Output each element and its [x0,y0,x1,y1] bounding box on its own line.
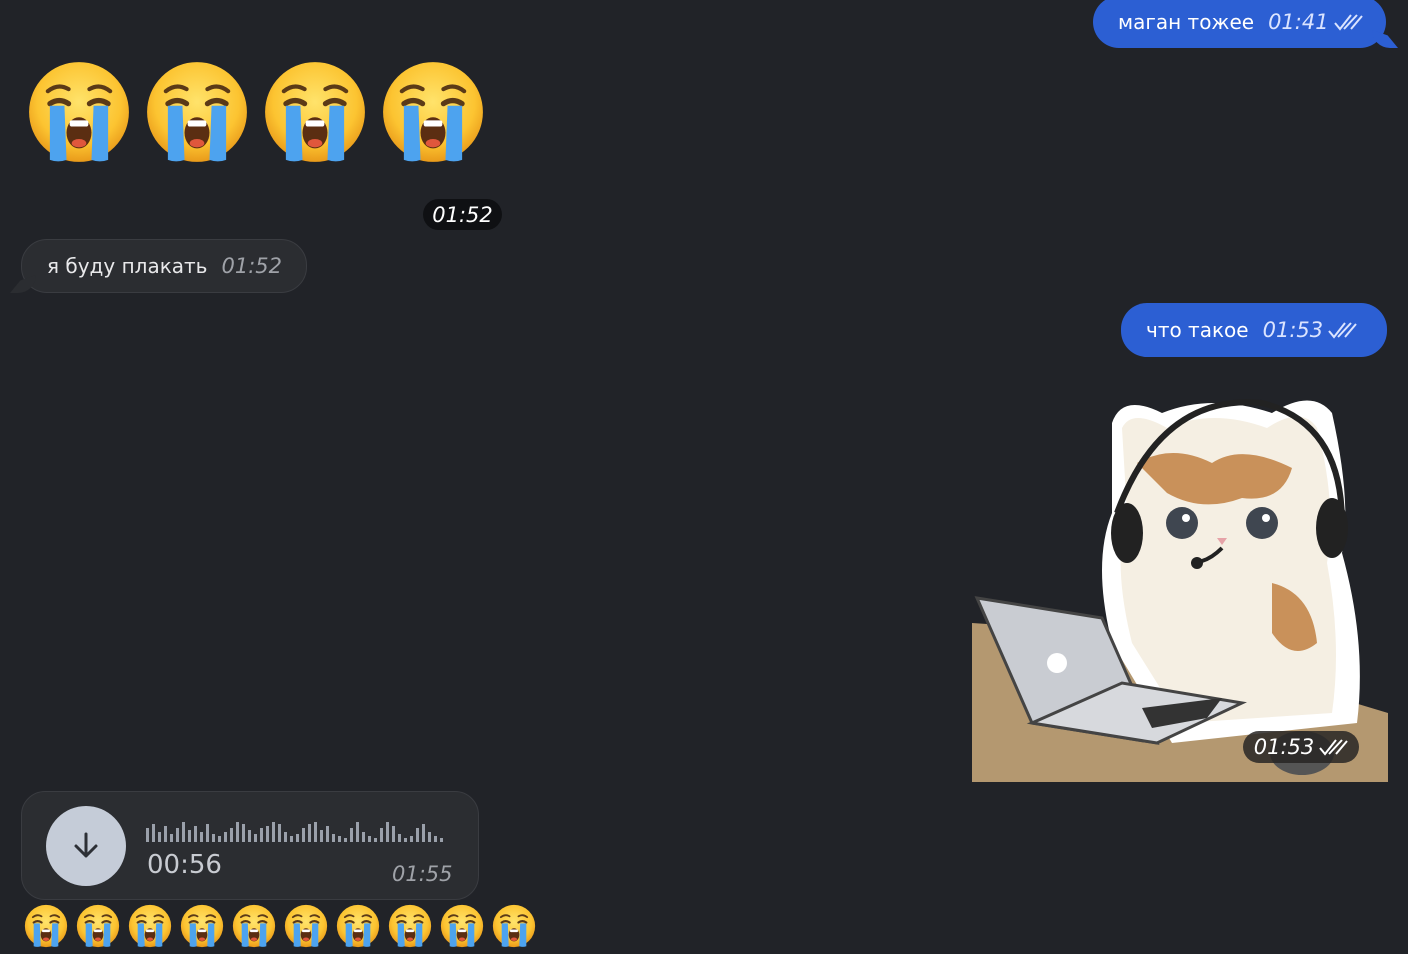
waveform-bar [440,838,443,842]
waveform-bar [254,834,257,842]
message-time: 01:41 [1268,10,1363,34]
waveform-bar [164,826,167,842]
waveform-bar [182,822,185,842]
incoming-message[interactable]: я буду плакать 01:52 [10,239,307,293]
waveform-bar [338,836,341,842]
waveform-bar [392,826,395,842]
waveform-bar [356,822,359,842]
waveform-bar [326,826,329,842]
waveform-bar [302,828,305,842]
crying-face-icon [27,60,131,164]
message-time-text: 01:53 [1262,318,1324,342]
waveform-bar [380,828,383,842]
waveform-bar [398,834,401,842]
waveform-bar [296,834,299,842]
waveform-bar [146,828,149,842]
waveform-bar [224,832,227,842]
waveform-bar [272,822,275,842]
waveform-bar [374,838,377,842]
double-check-icon [1333,14,1363,31]
waveform-bar [320,830,323,842]
crying-face-icon [263,60,367,164]
waveform-bar [344,838,347,842]
waveform-bar [362,832,365,842]
waveform-bar [188,830,191,842]
voice-waveform[interactable] [146,818,446,844]
waveform-bar [428,832,431,842]
waveform-bar [350,828,353,842]
waveform-bar [242,824,245,842]
waveform-bar [248,830,251,842]
message-text: я буду плакать [47,254,208,278]
sticker-time: 01:53 [1243,731,1359,763]
crying-face-icon [24,904,68,948]
crying-face-icon [180,904,224,948]
waveform-bar [218,836,221,842]
waveform-bar [278,824,281,842]
crying-face-icon [336,904,380,948]
waveform-bar [230,828,233,842]
waveform-bar [308,824,311,842]
waveform-bar [158,832,161,842]
sticker-time-text: 01:53 [1253,735,1315,759]
waveform-bar [416,828,419,842]
download-arrow-icon [74,832,98,858]
message-text: что такое [1146,318,1249,342]
crying-face-icon [145,60,249,164]
voice-message[interactable]: 00:56 01:55 [21,791,479,900]
message-time: 01:53 [1263,318,1358,342]
waveform-bar [386,822,389,842]
crying-face-icon [128,904,172,948]
message-text: маган тожее [1118,10,1255,34]
message-time-pill: 01:52 [423,199,502,230]
double-check-icon [1328,322,1357,339]
crying-face-icon [76,904,120,948]
message-time: 01:52 [221,254,282,278]
outgoing-message[interactable]: что такое 01:53 [1121,303,1387,357]
waveform-bar [404,838,407,842]
waveform-bar [332,834,335,842]
message-time-text: 01:41 [1268,10,1329,34]
waveform-bar [410,836,413,842]
crying-face-icon [232,904,276,948]
waveform-bar [284,832,287,842]
outgoing-message[interactable]: маган тожее 01:41 [1093,0,1398,48]
cat-laptop-sticker[interactable] [972,383,1388,782]
waveform-bar [170,834,173,842]
download-button[interactable] [46,806,126,886]
bubble-tail [10,275,36,293]
waveform-bar [266,826,269,842]
waveform-bar [260,828,263,842]
waveform-bar [194,826,197,842]
waveform-bar [212,834,215,842]
crying-face-icon [284,904,328,948]
crying-face-icon [388,904,432,948]
waveform-bar [152,824,155,842]
waveform-bar [434,836,437,842]
waveform-bar [200,832,203,842]
waveform-bar [314,822,317,842]
crying-face-icon [440,904,484,948]
waveform-bar [422,824,425,842]
waveform-bar [206,824,209,842]
crying-face-icon [381,60,485,164]
waveform-bar [290,836,293,842]
double-check-icon [1319,739,1349,756]
bubble-tail [1372,30,1398,48]
crying-face-icon [492,904,536,948]
voice-duration: 00:56 [147,850,222,880]
waveform-bar [176,828,179,842]
waveform-bar [368,836,371,842]
voice-time: 01:55 [392,862,453,886]
waveform-bar [236,822,239,842]
